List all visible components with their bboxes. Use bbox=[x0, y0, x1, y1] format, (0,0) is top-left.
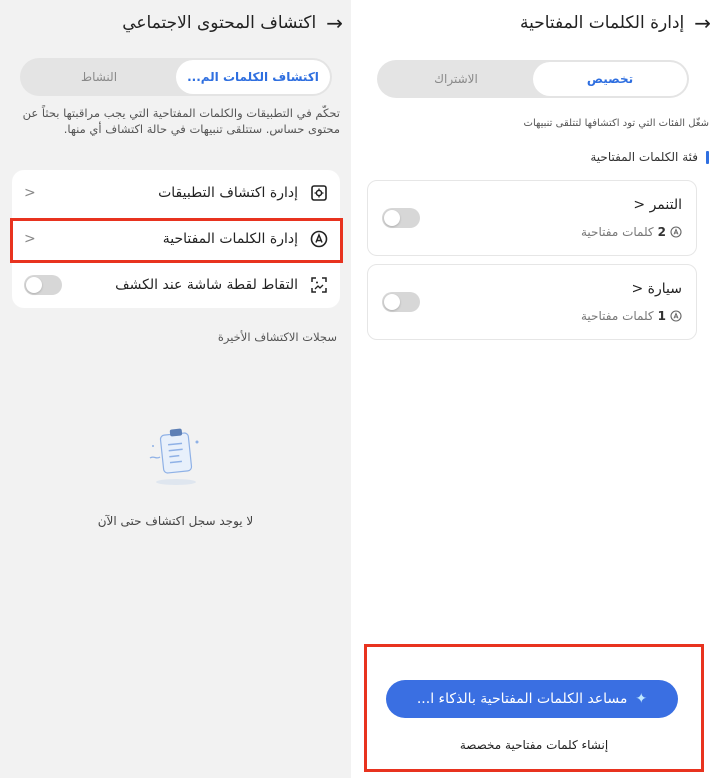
category-title-text: فئة الكلمات المفتاحية bbox=[590, 150, 698, 164]
menu-item-label: التقاط لقطة شاشة عند الكشف bbox=[115, 277, 298, 293]
detection-description: تحكّم في التطبيقات والكلمات المفتاحية ال… bbox=[22, 106, 340, 136]
chevron-left-icon: < bbox=[24, 185, 36, 201]
tab-switcher: اكتشاف الكلمات الم... النشاط bbox=[20, 58, 332, 96]
empty-text: لا يوجد سجل اكتشاف حتى الآن bbox=[97, 514, 254, 528]
category-section-title: فئة الكلمات المفتاحية bbox=[590, 150, 709, 164]
category-description: شغّل الفئات التي تود اكتشافها لتتلقى تنب… bbox=[523, 118, 709, 129]
recent-logs-title: سجلات الاكتشاف الأخيرة bbox=[217, 330, 337, 344]
screenshot-icon bbox=[310, 276, 328, 294]
chevron-left-icon: < bbox=[631, 281, 644, 297]
category-card-car[interactable]: سيارة < 1 كلمات مفتاحية bbox=[367, 264, 697, 340]
empty-clipboard-icon bbox=[149, 428, 198, 485]
section-bar bbox=[706, 150, 709, 164]
empty-state: لا يوجد سجل اكتشاف حتى الآن bbox=[0, 420, 351, 528]
screenshot-toggle[interactable] bbox=[24, 275, 62, 295]
right-header: → إدارة الكلمات المفتاحية bbox=[520, 10, 711, 36]
highlight-bottom-actions bbox=[364, 644, 704, 772]
keyword-count: 2 كلمات مفتاحية bbox=[581, 225, 682, 239]
category-toggle[interactable] bbox=[382, 208, 420, 228]
category-toggle[interactable] bbox=[382, 292, 420, 312]
back-arrow-icon[interactable]: → bbox=[326, 11, 343, 35]
highlight-keyword-item bbox=[10, 218, 343, 263]
social-detection-panel: → اكتشاف المحتوى الاجتماعي اكتشاف الكلما… bbox=[0, 0, 351, 778]
keyword-icon bbox=[670, 310, 682, 322]
menu-item-app-detection[interactable]: إدارة اكتشاف التطبيقات < bbox=[12, 170, 340, 216]
category-card-bullying[interactable]: التنمر < 2 كلمات مفتاحية bbox=[367, 180, 697, 256]
tab-keyword-detection[interactable]: اكتشاف الكلمات الم... bbox=[176, 60, 330, 94]
page-title: اكتشاف المحتوى الاجتماعي bbox=[122, 13, 317, 33]
back-arrow-icon[interactable]: → bbox=[694, 11, 711, 35]
tab-subscription[interactable]: الاشتراك bbox=[379, 62, 533, 96]
keyword-icon bbox=[670, 226, 682, 238]
tab-activity[interactable]: النشاط bbox=[22, 60, 176, 94]
tab-switcher: تخصيص الاشتراك bbox=[377, 60, 689, 98]
chevron-left-icon: < bbox=[633, 197, 646, 213]
left-header: → اكتشاف المحتوى الاجتماعي bbox=[122, 10, 343, 36]
app-scan-icon bbox=[310, 184, 328, 202]
tab-customize[interactable]: تخصيص bbox=[533, 62, 687, 96]
page-title: إدارة الكلمات المفتاحية bbox=[519, 13, 685, 33]
menu-item-label: إدارة اكتشاف التطبيقات bbox=[158, 185, 298, 201]
category-name[interactable]: التنمر < bbox=[633, 197, 682, 213]
keyword-count: 1 كلمات مفتاحية bbox=[581, 309, 682, 323]
menu-item-screenshot-on-detection: التقاط لقطة شاشة عند الكشف bbox=[12, 262, 340, 308]
category-name[interactable]: سيارة < bbox=[631, 281, 682, 297]
